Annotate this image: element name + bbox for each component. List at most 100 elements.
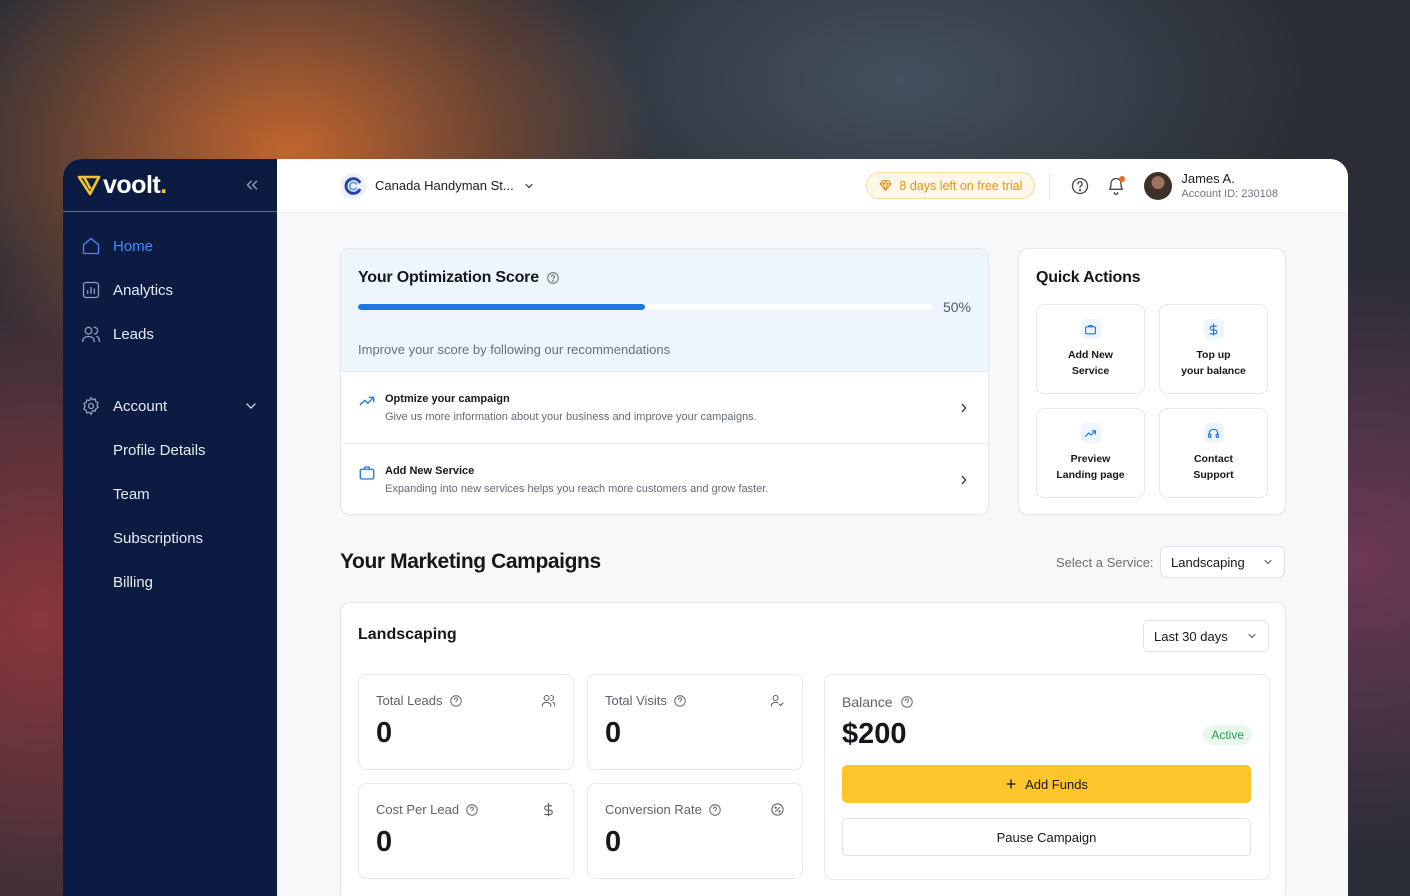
optimization-progress-bar — [358, 304, 932, 310]
help-icon[interactable] — [708, 803, 722, 817]
sidebar-item-profile-details[interactable]: Profile Details — [63, 428, 277, 472]
sidebar-item-home[interactable]: Home — [63, 224, 277, 268]
help-icon[interactable] — [673, 694, 687, 708]
service-select-label: Select a Service: — [1056, 555, 1154, 570]
briefcase-icon — [1085, 324, 1096, 334]
user-menu[interactable]: James A. Account ID: 230108 — [1144, 171, 1278, 200]
period-select[interactable]: Last 30 days — [1143, 620, 1269, 652]
sidebar-item-subscriptions[interactable]: Subscriptions — [63, 516, 277, 560]
help-icon[interactable] — [449, 694, 463, 708]
sidebar-item-label: Analytics — [113, 281, 174, 299]
sidebar-item-billing[interactable]: Billing — [63, 560, 277, 604]
trending-up-icon — [1085, 429, 1096, 437]
pause-campaign-button[interactable]: Pause Campaign — [842, 818, 1251, 856]
trial-text: 8 days left on free trial — [899, 178, 1023, 193]
chevron-right-icon — [961, 475, 967, 485]
dollar-icon — [544, 802, 553, 817]
notifications-button[interactable] — [1106, 175, 1126, 196]
help-icon[interactable] — [900, 695, 914, 709]
stat-conversion-rate: Conversion Rate 0 — [587, 783, 803, 879]
gear-icon — [83, 396, 99, 416]
topbar: Canada Handyman St... 8 days left on fre… — [277, 159, 1348, 213]
stat-cost-per-lead: Cost Per Lead 0 — [358, 783, 574, 879]
chevron-down-icon — [1264, 560, 1272, 565]
account-id: Account ID: 230108 — [1181, 188, 1278, 200]
campaign-title: Landscaping — [358, 626, 457, 643]
service-select[interactable]: Landscaping — [1160, 546, 1285, 578]
stat-label: Total Visits — [605, 693, 667, 708]
stat-value: 0 — [376, 717, 393, 749]
balance-value: $200 — [842, 718, 907, 750]
stat-value: 0 — [605, 717, 622, 749]
collapse-sidebar-icon[interactable] — [243, 176, 261, 194]
chevron-down-icon — [1248, 634, 1256, 639]
sidebar-item-analytics[interactable]: Analytics — [63, 268, 277, 312]
sidebar-item-team[interactable]: Team — [63, 472, 277, 516]
business-logo — [340, 172, 366, 199]
help-icon[interactable] — [546, 271, 560, 285]
business-name: Canada Handyman St... — [375, 178, 514, 193]
chevron-down-icon — [525, 183, 533, 188]
balance-label: Balance — [842, 694, 893, 710]
sidebar-item-label: Account — [113, 397, 168, 415]
recommendation-desc: Expanding into new services helps you re… — [385, 483, 769, 495]
service-select-value: Landscaping — [1171, 554, 1245, 570]
stat-label: Conversion Rate — [605, 802, 702, 817]
headset-icon — [1208, 428, 1219, 438]
chevron-down-icon — [246, 403, 256, 409]
quick-action-add-service[interactable]: Add New Service — [1036, 304, 1145, 394]
dollar-icon — [1209, 322, 1218, 336]
notification-dot — [1119, 175, 1126, 182]
quick-action-contact-support[interactable]: Contact Support — [1159, 408, 1268, 498]
plus-icon — [1006, 779, 1016, 789]
percent-icon — [771, 803, 784, 816]
logo[interactable]: voolt. — [77, 171, 167, 200]
stat-label: Total Leads — [376, 693, 443, 708]
quick-actions-card: Quick Actions Add New Service Top up your … — [1018, 248, 1286, 515]
add-funds-button[interactable]: Add Funds — [842, 765, 1251, 803]
avatar — [1144, 171, 1173, 200]
optimization-title: Your Optimization Score — [358, 269, 539, 286]
sidebar-header: voolt. — [63, 159, 277, 212]
recommendation-title: Add New Service — [385, 465, 475, 477]
recommendation-desc: Give us more information about your busi… — [385, 410, 757, 423]
trial-badge[interactable]: 8 days left on free trial — [866, 172, 1036, 199]
sidebar: voolt. Home Analytics Leads Account Prof… — [63, 159, 277, 896]
logo-text: voolt. — [103, 170, 167, 199]
user-check-icon — [770, 695, 784, 707]
sidebar-nav: Home Analytics Leads Account Profile Det… — [63, 212, 277, 604]
optimization-header: Your Optimization Score 50% Improve your… — [341, 249, 988, 372]
sidebar-item-leads[interactable]: Leads — [63, 312, 277, 356]
home-icon — [82, 237, 100, 255]
sidebar-item-label: Home — [113, 237, 154, 255]
divider — [1049, 172, 1051, 199]
analytics-icon — [82, 281, 100, 299]
quick-action-preview-landing[interactable]: Preview Landing page — [1036, 408, 1145, 498]
progress-percent: 50% — [942, 299, 971, 315]
help-icon[interactable] — [1070, 176, 1090, 196]
add-funds-label: Add Funds — [1025, 776, 1088, 792]
quick-action-top-up[interactable]: Top up your balance — [1159, 304, 1268, 394]
main-area: Canada Handyman St... 8 days left on fre… — [277, 159, 1348, 896]
stat-value: 0 — [376, 826, 393, 858]
sidebar-item-account[interactable]: Account — [63, 384, 277, 428]
optimization-subtitle: Improve your score by following our reco… — [358, 342, 671, 357]
stat-value: 0 — [605, 826, 622, 858]
user-name: James A. — [1181, 171, 1235, 186]
pause-campaign-label: Pause Campaign — [996, 829, 1097, 845]
balance-panel: Balance $200 Active Add Funds Pause Camp… — [824, 674, 1270, 880]
business-logo-icon — [344, 176, 361, 195]
progress-fill — [358, 304, 645, 310]
chevron-right-icon — [961, 403, 967, 412]
recommendation-add-service[interactable]: Add New Service Expanding into new servi… — [341, 444, 988, 514]
users-icon — [541, 695, 556, 707]
users-icon — [82, 326, 101, 343]
diamond-icon — [879, 180, 892, 191]
trending-up-icon — [359, 396, 375, 406]
status-badge: Active — [1203, 724, 1252, 745]
period-select-value: Last 30 days — [1154, 628, 1228, 644]
business-switcher[interactable]: Canada Handyman St... — [340, 172, 535, 199]
stat-label: Cost Per Lead — [376, 802, 460, 817]
help-icon[interactable] — [465, 803, 479, 817]
recommendation-optimize-campaign[interactable]: Optmize your campaign Give us more infor… — [341, 372, 988, 444]
